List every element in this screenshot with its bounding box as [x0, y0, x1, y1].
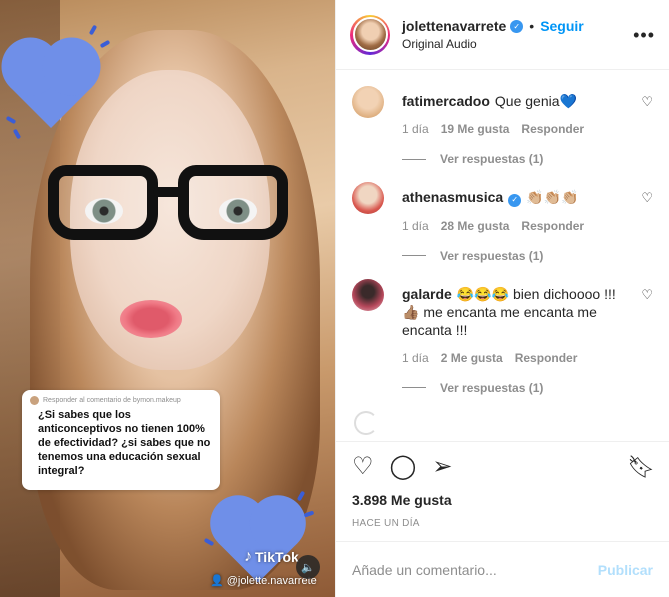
left-lens [48, 165, 158, 240]
more-options-icon[interactable]: ••• [633, 25, 655, 46]
lips [120, 300, 182, 338]
comment-time[interactable]: 1 día [402, 351, 429, 365]
comment-body: athenasmusica ✓ 👏🏼👏🏼👏🏼 1 día 28 Me gusta R… [402, 182, 632, 263]
comment-content: 👏🏼👏🏼👏🏼 [526, 189, 579, 205]
action-icons: ♡ ◯ ➢ [352, 452, 653, 482]
post-actions: ♡ ◯ ➢ 🔖︎ 3.898 Me gusta HACE UN DÍA [336, 441, 669, 541]
tiktok-watermark: ♪ TikTok [244, 548, 299, 566]
share-icon[interactable]: ➢ [432, 455, 452, 479]
author-username[interactable]: jolettenavarrete [402, 18, 506, 34]
view-replies[interactable]: Ver respuestas (1) [402, 152, 632, 166]
reply-card-meta: Responder al comentario de bymon.makeup [30, 396, 212, 405]
comment-likes[interactable]: 28 Me gusta [441, 219, 510, 233]
sparkle-dash [99, 39, 111, 49]
post-header: jolettenavarrete ✓ • Seguir Original Aud… [336, 0, 669, 70]
replies-line [402, 158, 426, 160]
loading-spinner-icon [354, 410, 378, 435]
replies-line [402, 255, 426, 256]
glasses [48, 165, 298, 245]
author-info: jolettenavarrete ✓ • Seguir Original Aud… [402, 18, 584, 51]
reply-card-avatar [30, 396, 39, 405]
comment-avatar[interactable] [352, 182, 384, 214]
author-avatar-image [352, 17, 388, 52]
comment-text: athenasmusica ✓ 👏🏼👏🏼👏🏼 [402, 188, 632, 207]
comment-item: athenasmusica ✓ 👏🏼👏🏼👏🏼 1 día 28 Me gusta R… [352, 182, 653, 263]
comment-reply-button[interactable]: Responder [521, 122, 584, 136]
comment-avatar[interactable] [352, 278, 384, 311]
author-avatar[interactable] [350, 14, 390, 55]
comment-text: fatimercadoo Que genia💙 [402, 92, 632, 110]
comment-body: fatimercadoo Que genia💙 1 día 19 Me gusta… [402, 86, 632, 166]
comment-avatar[interactable] [352, 86, 384, 118]
comment-item: galarde 😂😂😂 bien dichoooo !!! 👍🏽 me encan… [352, 278, 653, 395]
user-icon: 👤 [210, 575, 224, 587]
left-eye [85, 198, 123, 224]
heart-icon[interactable]: ♡ [352, 455, 374, 479]
comment-time[interactable]: 1 día [402, 122, 429, 136]
view-replies[interactable]: Ver respuestas (1) [402, 249, 632, 263]
comment-icon[interactable]: ◯ [390, 455, 417, 479]
comment-username[interactable]: fatimercadoo [402, 93, 490, 109]
publish-button[interactable]: Publicar [598, 562, 653, 578]
comment-likes[interactable]: 19 Me gusta [441, 122, 510, 136]
comment-text: galarde 😂😂😂 bien dichoooo !!! 👍🏽 me encan… [402, 285, 632, 339]
comment-username[interactable]: galarde [402, 286, 452, 302]
comment-time[interactable]: 1 día [402, 219, 429, 233]
speaker-icon: 🔈 [301, 561, 315, 574]
comment-meta: 1 día 28 Me gusta Responder [402, 219, 632, 233]
view-replies-label[interactable]: Ver respuestas (1) [440, 381, 543, 395]
view-replies-label[interactable]: Ver respuestas (1) [440, 249, 543, 263]
like-comment-heart-icon[interactable]: ♡ [641, 190, 653, 206]
bookmark-icon[interactable]: 🔖︎ [627, 454, 655, 480]
view-replies-label[interactable]: Ver respuestas (1) [440, 152, 543, 166]
follow-button[interactable]: Seguir [540, 18, 584, 34]
verified-badge-icon: ✓ [508, 193, 522, 207]
comment-body: galarde 😂😂😂 bien dichoooo !!! 👍🏽 me encan… [402, 279, 632, 395]
post-time[interactable]: HACE UN DÍA [352, 518, 653, 529]
sparkle-dash [88, 24, 98, 36]
reply-card-meta-text: Responder al comentario de bymon.makeup [43, 397, 181, 404]
add-comment-bar: Añade un comentario... Publicar [336, 541, 669, 597]
right-eye [219, 198, 257, 224]
comment-likes[interactable]: 2 Me gusta [441, 351, 503, 365]
tiktok-reply-card: Responder al comentario de bymon.makeup … [22, 390, 220, 490]
post-side-panel: jolettenavarrete ✓ • Seguir Original Aud… [335, 0, 669, 597]
post-video[interactable]: Responder al comentario de bymon.makeup … [0, 0, 335, 597]
comment-input[interactable]: Añade un comentario... [352, 562, 497, 578]
comment-meta: 1 día 19 Me gusta Responder [402, 122, 632, 136]
verified-badge-icon: ✓ [510, 19, 524, 33]
likes-count[interactable]: 3.898 Me gusta [352, 492, 653, 508]
instagram-post: Responder al comentario de bymon.makeup … [0, 0, 669, 597]
comment-reply-button[interactable]: Responder [515, 351, 578, 365]
reply-card-text: ¿Si sabes que los anticonceptivos no tie… [38, 409, 211, 477]
like-comment-heart-icon[interactable]: ♡ [641, 287, 653, 303]
comment-content: Que genia💙 [494, 93, 577, 109]
comments-list: fatimercadoo Que genia💙 1 día 19 Me gusta… [336, 70, 669, 441]
sound-toggle-button[interactable]: 🔈 [296, 555, 320, 579]
comment-meta: 1 día 2 Me gusta Responder [402, 351, 632, 365]
like-comment-heart-icon[interactable]: ♡ [641, 94, 653, 110]
comment-username[interactable]: athenasmusica [402, 189, 503, 205]
author-line: jolettenavarrete ✓ • Seguir [402, 18, 584, 34]
comment-item: fatimercadoo Que genia💙 1 día 19 Me gusta… [352, 86, 653, 166]
comment-reply-button[interactable]: Responder [521, 219, 584, 233]
right-lens [178, 165, 288, 240]
separator-dot: • [529, 18, 535, 34]
tiktok-logo-icon: ♪ [244, 548, 252, 565]
audio-link[interactable]: Original Audio [402, 37, 584, 51]
tiktok-watermark-text: TikTok [255, 549, 299, 565]
replies-line [402, 387, 426, 388]
view-replies[interactable]: Ver respuestas (1) [402, 381, 632, 395]
